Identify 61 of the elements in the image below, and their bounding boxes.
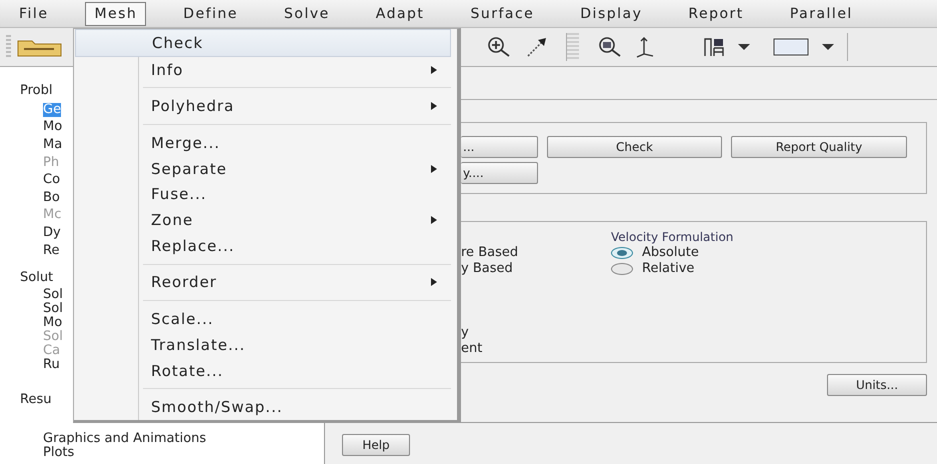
menu-item[interactable]: Polyhedra [139,93,451,120]
tree-item[interactable]: Mo [43,316,62,330]
button[interactable]: Check [547,136,722,158]
button[interactable]: y.... [461,162,538,184]
radio-button[interactable] [611,247,633,259]
menu-item[interactable]: Info [139,56,451,82]
radio-button[interactable] [611,263,633,275]
menu-item[interactable]: Adapt [366,2,434,26]
tree-item[interactable]: Dy [43,226,61,240]
radio-label[interactable]: Absolute [642,245,699,261]
menu-item[interactable]: Parallel [780,2,862,26]
tree-item[interactable]: Probl [0,81,52,101]
radio-label[interactable]: ent [461,341,541,357]
menu-item[interactable]: Display [571,2,652,26]
menu-item[interactable]: Mesh [85,2,146,26]
radio-label[interactable]: y Based [461,261,541,277]
menu-item[interactable]: Scale... [139,306,451,332]
caret-icon[interactable] [737,43,751,51]
menu-item[interactable]: Smooth/Swap... [139,394,451,420]
menu-item[interactable]: Surface [461,2,544,26]
tree-item[interactable]: Co [43,173,60,188]
arrow-icon[interactable] [526,36,548,58]
zoom-fit-icon[interactable] [597,36,623,58]
menu-item[interactable]: File [10,2,58,26]
rectangle-icon[interactable] [773,38,809,56]
menu-item[interactable]: Zone [139,207,451,233]
radio-label[interactable]: re Based [461,245,541,261]
tree-item[interactable]: Re [43,244,60,258]
radio-label[interactable]: y [461,325,541,341]
menu-item[interactable]: Merge... [139,130,451,156]
button[interactable]: Report Quality [731,136,907,158]
menu-item[interactable]: Replace... [139,232,451,259]
tree-item[interactable]: Plots [43,446,74,460]
tree-item[interactable]: Sol [43,288,63,302]
button[interactable]: ... [461,136,538,158]
radio-label[interactable]: Relative [642,261,694,277]
tree-item[interactable]: Sol [43,302,63,316]
toolbar-grip-icon[interactable] [566,33,579,61]
menu-item[interactable]: Report [679,2,753,26]
tree-item[interactable]: Ru [43,358,60,372]
axes-icon[interactable] [635,36,655,58]
units-button[interactable]: Units... [827,374,927,396]
menu-item[interactable]: Rotate... [139,358,451,384]
help-button[interactable]: Help [342,434,410,456]
toolbar-grip-icon[interactable] [6,35,11,59]
tree-item[interactable]: Graphics and Animations [43,432,206,446]
tree-item[interactable]: Mo [43,120,62,134]
menu-item[interactable]: Solve [275,2,339,26]
group-label: Velocity Formulation [611,230,734,245]
tree-item[interactable]: Resu [0,390,52,410]
tree-item[interactable]: Ma [43,138,62,152]
tree-item[interactable]: Solut [0,268,54,288]
menu-item[interactable]: Define [174,2,247,26]
menu-item[interactable]: Translate... [139,332,451,358]
menu-item[interactable]: Check [75,29,451,57]
tree-item[interactable]: Bo [43,190,60,205]
caret-icon[interactable] [821,43,835,51]
layout-icon[interactable] [703,36,725,58]
menu-item[interactable]: Reorder [139,270,451,296]
menu-item[interactable]: Fuse... [139,181,451,208]
menu-item[interactable]: Separate [139,156,451,182]
